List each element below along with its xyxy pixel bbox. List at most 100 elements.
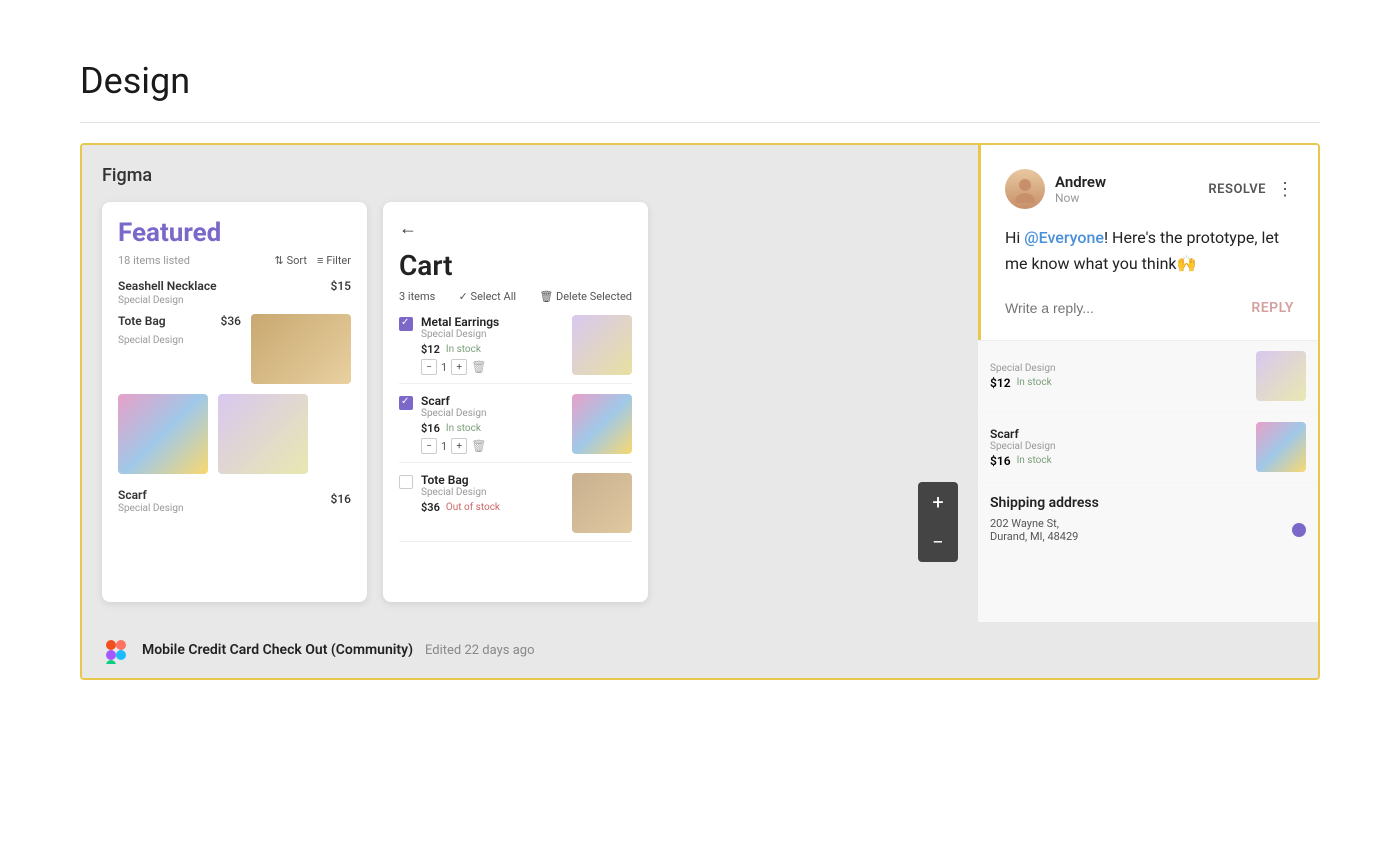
comment-actions: RESOLVE ⋮ xyxy=(1208,179,1294,200)
scroll-item-img-scarf xyxy=(1256,422,1306,472)
product-img-tote xyxy=(251,314,351,384)
product-price-1: $15 xyxy=(331,279,351,293)
trash-2[interactable]: 🗑 xyxy=(471,439,486,453)
trash-1[interactable]: 🗑 xyxy=(471,360,486,374)
product-name-2: Tote Bag xyxy=(118,314,166,328)
product-price-2: $36 xyxy=(221,314,241,328)
filter-action[interactable]: ≡ Filter xyxy=(317,254,351,267)
cart-item-price-1: $12 xyxy=(421,343,440,356)
scroll-item-stock-earrings: In stock xyxy=(1017,377,1052,388)
cart-item-stock-3: Out of stock xyxy=(446,502,500,513)
product-row-2: Tote Bag $36 Special Design xyxy=(118,314,351,384)
qty-plus-1[interactable]: + xyxy=(451,359,467,375)
scroll-item-scarf: Scarf Special Design $16 In stock xyxy=(978,412,1318,483)
product-sub-2: Special Design xyxy=(118,335,183,346)
scroll-item-img-earrings xyxy=(1256,351,1306,401)
cart-item-price-3: $36 xyxy=(421,501,440,514)
qty-plus-2[interactable]: + xyxy=(451,438,467,454)
cart-item-stock-1: In stock xyxy=(446,344,481,355)
cart-meta: 3 items ✓ Select All 🗑 Delete Selected xyxy=(399,290,632,303)
card-footer: Mobile Credit Card Check Out (Community)… xyxy=(82,622,1318,678)
resolve-button[interactable]: RESOLVE xyxy=(1208,182,1266,197)
product-sub-1: Special Design xyxy=(118,295,351,306)
product-name-1: Seashell Necklace xyxy=(118,279,217,293)
product-row-3 xyxy=(118,394,351,474)
cart-item-stock-2: In stock xyxy=(446,423,481,434)
figma-label: Figma xyxy=(102,165,958,186)
cart-item-info-2: Scarf Special Design $16 In stock − 1 + xyxy=(421,394,564,454)
page-container: Design Figma Featured 18 items listed ⇅ … xyxy=(0,0,1400,740)
shipping-radio[interactable] xyxy=(1292,523,1306,537)
cart-img-1 xyxy=(572,315,632,375)
product-price-scarf: $16 xyxy=(331,492,351,506)
scroll-item-name-scarf: Scarf xyxy=(990,427,1256,441)
product-img-earrings xyxy=(218,394,308,474)
cart-item-price-row-3: $36 Out of stock xyxy=(421,501,564,514)
cart-checkbox-3[interactable] xyxy=(399,475,413,489)
cart-item-price-row-1: $12 In stock xyxy=(421,343,564,356)
scroll-item-info-scarf: Scarf Special Design $16 In stock xyxy=(990,427,1256,468)
cart-item-sub-1: Special Design xyxy=(421,329,564,340)
cart-img-3 xyxy=(572,473,632,533)
scroll-item-price-row-scarf: $16 In stock xyxy=(990,454,1256,468)
cart-delete-selected[interactable]: 🗑 Delete Selected xyxy=(539,290,632,303)
qty-minus-1[interactable]: − xyxy=(421,359,437,375)
figma-logo-icon xyxy=(102,636,130,664)
scroll-item-info-earrings: Special Design $12 In stock xyxy=(990,363,1256,390)
comment-author-info: Andrew Now xyxy=(1055,173,1198,205)
sort-action[interactable]: ⇅ Sort xyxy=(274,254,307,267)
avatar xyxy=(1005,169,1045,209)
shipping-line2: Durand, MI, 48429 xyxy=(990,530,1078,543)
reply-input[interactable] xyxy=(1005,300,1241,316)
featured-screen: Featured 18 items listed ⇅ Sort ≡ Filter xyxy=(102,202,367,602)
qty-val-2: 1 xyxy=(441,440,447,453)
cart-select-all[interactable]: ✓ Select All xyxy=(459,290,516,303)
more-button[interactable]: ⋮ xyxy=(1276,179,1294,200)
comment-mention[interactable]: @Everyone xyxy=(1024,228,1104,247)
cart-checkbox-1[interactable] xyxy=(399,317,413,331)
reply-button[interactable]: REPLY xyxy=(1251,300,1294,316)
comment-prefix: Hi xyxy=(1005,228,1024,247)
footer-edited: Edited 22 days ago xyxy=(425,643,534,658)
cart-item-qty-1: − 1 + 🗑 xyxy=(421,359,564,375)
featured-count: 18 items listed xyxy=(118,254,190,267)
cart-img-2 xyxy=(572,394,632,454)
cart-item-2: Scarf Special Design $16 In stock − 1 + xyxy=(399,394,632,463)
main-card: Figma Featured 18 items listed ⇅ Sort ≡ … xyxy=(80,143,1320,680)
comment-body: Hi @Everyone! Here's the prototype, let … xyxy=(1005,225,1294,276)
product-name-scarf: Scarf xyxy=(118,488,147,502)
scrolled-content: Special Design $12 In stock Scarf Spe xyxy=(978,340,1318,622)
comment-section: Andrew Now RESOLVE ⋮ Hi @Everyone! Here'… xyxy=(978,145,1318,340)
cart-item-name-1: Metal Earrings xyxy=(421,315,564,329)
cart-item-info-1: Metal Earrings Special Design $12 In sto… xyxy=(421,315,564,375)
zoom-out-button[interactable]: − xyxy=(918,522,958,562)
scroll-item-design-label-scarf: Special Design xyxy=(990,441,1256,452)
comment-header: Andrew Now RESOLVE ⋮ xyxy=(1005,169,1294,209)
scroll-item-price-scarf: $16 xyxy=(990,454,1011,468)
cart-title: Cart xyxy=(399,249,632,282)
featured-actions: ⇅ Sort ≡ Filter xyxy=(274,254,351,267)
avatar-inner xyxy=(1005,169,1045,209)
product-row-1: Seashell Necklace $15 Special Design xyxy=(118,279,351,306)
page-title: Design xyxy=(80,60,1320,102)
cart-item-name-3: Tote Bag xyxy=(421,473,564,487)
product-img-scarf xyxy=(118,394,208,474)
cart-item-sub-3: Special Design xyxy=(421,487,564,498)
figma-canvas[interactable]: Figma Featured 18 items listed ⇅ Sort ≡ … xyxy=(82,145,978,622)
product-row-4: Scarf Special Design $16 xyxy=(118,484,351,514)
scroll-item-stock-scarf: In stock xyxy=(1017,455,1052,466)
qty-minus-2[interactable]: − xyxy=(421,438,437,454)
cart-item-price-row-2: $16 In stock xyxy=(421,422,564,435)
featured-meta: 18 items listed ⇅ Sort ≡ Filter xyxy=(118,254,351,267)
featured-title: Featured xyxy=(118,218,351,248)
cart-item-qty-2: − 1 + 🗑 xyxy=(421,438,564,454)
cart-back[interactable]: ← xyxy=(399,218,632,239)
footer-file-name[interactable]: Mobile Credit Card Check Out (Community) xyxy=(142,642,413,658)
qty-val-1: 1 xyxy=(441,361,447,374)
cart-item-sub-2: Special Design xyxy=(421,408,564,419)
cart-checkbox-2[interactable] xyxy=(399,396,413,410)
zoom-in-button[interactable]: + xyxy=(918,482,958,522)
cart-item-name-2: Scarf xyxy=(421,394,564,408)
cart-item-3: Tote Bag Special Design $36 Out of stock xyxy=(399,473,632,542)
shipping-line1: 202 Wayne St, xyxy=(990,517,1078,530)
